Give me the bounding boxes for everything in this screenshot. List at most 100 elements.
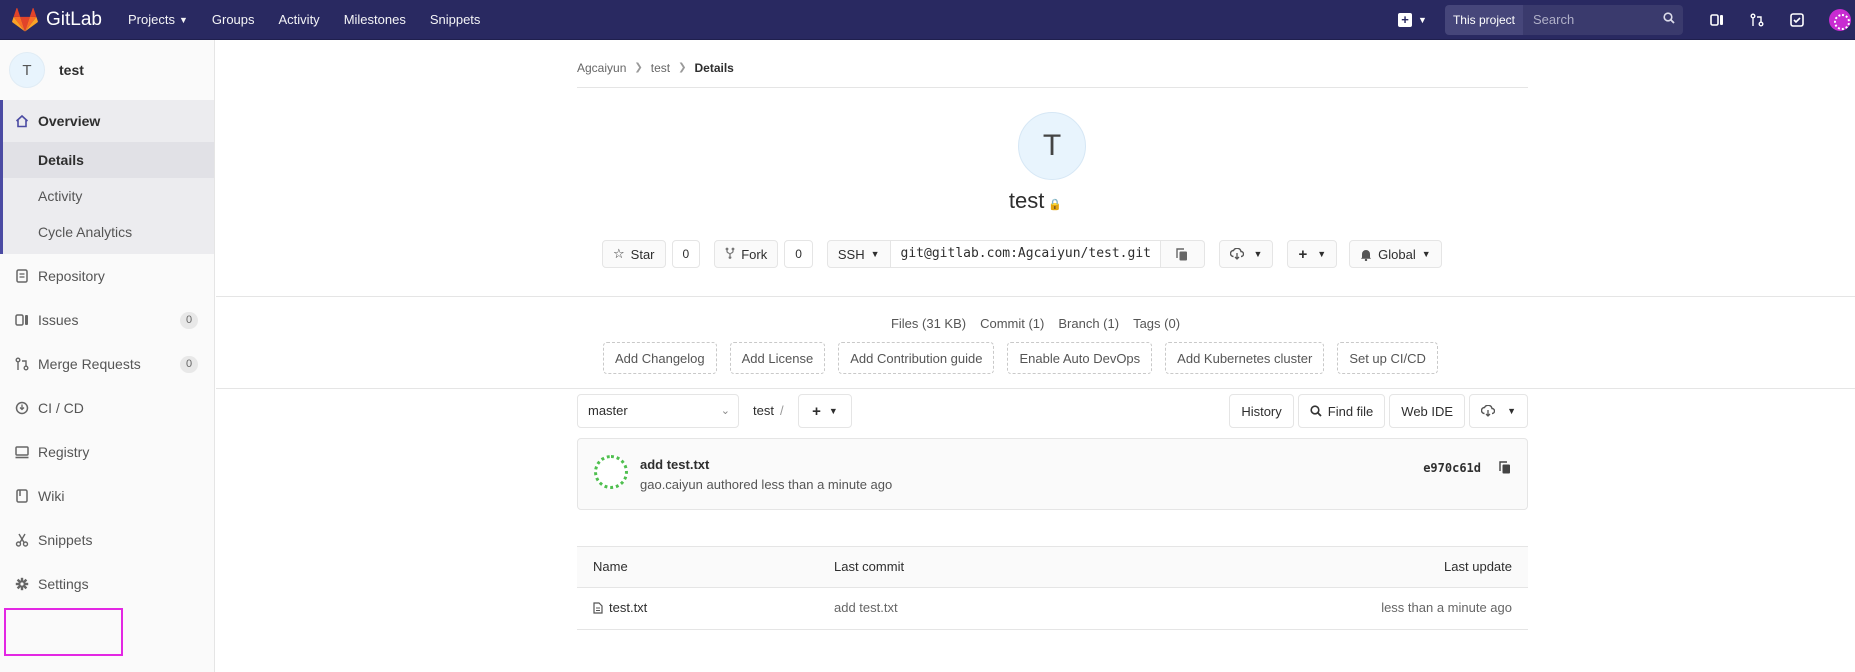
branch-selector[interactable]: master ⌄ — [577, 394, 739, 428]
merge-request-icon — [14, 356, 30, 372]
search-input[interactable]: Search — [1523, 5, 1683, 35]
issues-count-badge: 0 — [180, 312, 198, 329]
notification-label: Global — [1378, 246, 1416, 262]
fork-count[interactable]: 0 — [784, 240, 813, 268]
star-count[interactable]: 0 — [671, 240, 701, 268]
nav-groups[interactable]: Groups — [212, 12, 255, 27]
sidebar-item-registry[interactable]: Registry — [0, 430, 214, 474]
nav-projects-label: Projects — [127, 12, 175, 27]
issues-icon — [14, 312, 30, 328]
user-avatar[interactable] — [1829, 9, 1851, 31]
download-dropdown[interactable]: ▼ — [1218, 240, 1274, 268]
tree-toolbar: master ⌄ test / + ▼ History Find file Web… — [577, 394, 1528, 428]
nav-activity-label: Activity — [278, 12, 320, 27]
star-button[interactable]: ☆ Star — [602, 240, 666, 268]
table-row[interactable]: test.txt add test.txt less than a minute… — [577, 588, 1528, 630]
add-contribution-guide-button[interactable]: Add Contribution guide — [838, 342, 995, 374]
copy-icon — [1499, 461, 1510, 474]
sidebar-item-activity[interactable]: Activity — [3, 178, 214, 214]
commit-sha[interactable]: e970c61d — [1423, 461, 1481, 475]
history-button[interactable]: History — [1229, 394, 1294, 428]
sidebar-item-merge-requests[interactable]: Merge Requests 0 — [0, 342, 214, 386]
sidebar-item-cycle-analytics[interactable]: Cycle Analytics — [3, 214, 214, 250]
caret-down-icon: ▼ — [1253, 249, 1263, 259]
web-ide-button[interactable]: Web IDE — [1389, 394, 1466, 428]
add-new-dropdown[interactable]: + ▼ — [1287, 240, 1338, 268]
commit-title[interactable]: add test.txt — [640, 457, 709, 472]
file-last-commit[interactable]: add test.txt — [834, 588, 898, 628]
clone-url-field[interactable]: git@gitlab.com:Agcaiyun/test.git — [890, 240, 1161, 268]
chevron-down-icon: ▼ — [1418, 15, 1427, 25]
fork-button[interactable]: Fork — [714, 240, 779, 268]
add-kubernetes-cluster-button[interactable]: Add Kubernetes cluster — [1165, 342, 1325, 374]
setup-ci-cd-button[interactable]: Set up CI/CD — [1337, 342, 1438, 374]
add-file-dropdown[interactable]: + ▼ — [798, 394, 852, 428]
breadcrumb-project[interactable]: test — [651, 61, 670, 75]
sidebar-item-label: Merge Requests — [38, 356, 141, 372]
nav-milestones-label: Milestones — [343, 12, 406, 27]
add-changelog-button[interactable]: Add Changelog — [603, 342, 717, 374]
sidebar-item-snippets[interactable]: Snippets — [0, 518, 214, 562]
search-icon — [1663, 5, 1675, 35]
find-file-button[interactable]: Find file — [1297, 394, 1386, 428]
sidebar-item-details[interactable]: Details — [3, 142, 214, 178]
sidebar-item-overview[interactable]: Overview — [3, 100, 214, 142]
stat-branches[interactable]: Branch (1) — [1058, 316, 1119, 331]
file-name: test.txt — [609, 600, 648, 615]
lock-icon: 🔒 — [1048, 199, 1063, 211]
file-tree-table: Name Last commit Last update test.txt ad… — [577, 546, 1528, 630]
sidebar-item-settings[interactable]: Settings — [0, 562, 214, 606]
notification-dropdown[interactable]: Global ▼ — [1349, 240, 1442, 268]
branch-name: master — [588, 403, 628, 418]
breadcrumb-group[interactable]: Agcaiyun — [577, 61, 626, 75]
sidebar-item-issues[interactable]: Issues 0 — [0, 298, 214, 342]
nav-snippets[interactable]: Snippets — [430, 12, 481, 27]
nav-milestones[interactable]: Milestones — [344, 12, 406, 27]
clone-protocol-dropdown[interactable]: SSH ▼ — [826, 240, 891, 268]
issues-nav-icon[interactable] — [1697, 0, 1737, 40]
sidebar-item-label: Overview — [38, 113, 101, 129]
gitlab-home-link[interactable]: GitLab — [12, 7, 102, 32]
sidebar-item-label: Snippets — [38, 532, 93, 548]
sidebar-project-header[interactable]: T test — [0, 40, 214, 100]
sidebar-item-label: CI / CD — [38, 400, 84, 416]
sidebar-item-label: Issues — [38, 312, 79, 328]
doc-icon — [14, 268, 30, 284]
enable-auto-devops-button[interactable]: Enable Auto DevOps — [1007, 342, 1153, 374]
file-name-cell[interactable]: test.txt — [593, 588, 647, 628]
path-root[interactable]: test — [753, 403, 774, 418]
todos-nav-icon[interactable] — [1777, 0, 1817, 40]
caret-down-icon: ▼ — [1421, 249, 1431, 259]
stat-files[interactable]: Files (31 KB) — [891, 316, 966, 331]
stat-commits[interactable]: Commit (1) — [980, 316, 1044, 331]
commit-author-avatar[interactable] — [594, 455, 628, 489]
home-icon — [14, 113, 30, 129]
new-dropdown[interactable]: + ▼ — [1398, 13, 1427, 27]
nav-groups-label: Groups — [211, 12, 255, 27]
stat-tags[interactable]: Tags (0) — [1133, 316, 1180, 331]
nav-projects[interactable]: Projects ▼ — [128, 12, 188, 27]
find-file-label: Find file — [1327, 403, 1374, 419]
copy-url-button[interactable] — [1160, 240, 1205, 268]
caret-down-icon: ▼ — [1507, 406, 1516, 416]
download-dropdown[interactable]: ▼ — [1469, 394, 1528, 428]
search-scope-label[interactable]: This project — [1444, 5, 1523, 35]
nav-activity[interactable]: Activity — [279, 12, 320, 27]
table-header: Name Last commit Last update — [577, 546, 1528, 588]
sidebar-item-ci-cd[interactable]: CI / CD — [0, 386, 214, 430]
sidebar-item-wiki[interactable]: Wiki — [0, 474, 214, 518]
breadcrumb: Agcaiyun ❯ test ❯ Details — [577, 54, 1528, 88]
nav-snippets-label: Snippets — [429, 12, 481, 27]
quick-actions: Add Changelog Add License Add Contributi… — [603, 342, 1451, 374]
settings-highlight-box — [4, 608, 123, 656]
search-bar: This project Search — [1444, 5, 1683, 35]
project-avatar: T — [9, 52, 45, 88]
scissors-icon — [14, 532, 30, 548]
breadcrumb-current[interactable]: Details — [695, 61, 734, 75]
copy-sha-button[interactable] — [1499, 461, 1511, 477]
commit-meta: gao.caiyun authored less than a minute a… — [640, 477, 893, 492]
rocket-icon — [14, 400, 30, 416]
merge-requests-nav-icon[interactable] — [1737, 0, 1777, 40]
sidebar-item-repository[interactable]: Repository — [0, 254, 214, 298]
add-license-button[interactable]: Add License — [729, 342, 826, 374]
